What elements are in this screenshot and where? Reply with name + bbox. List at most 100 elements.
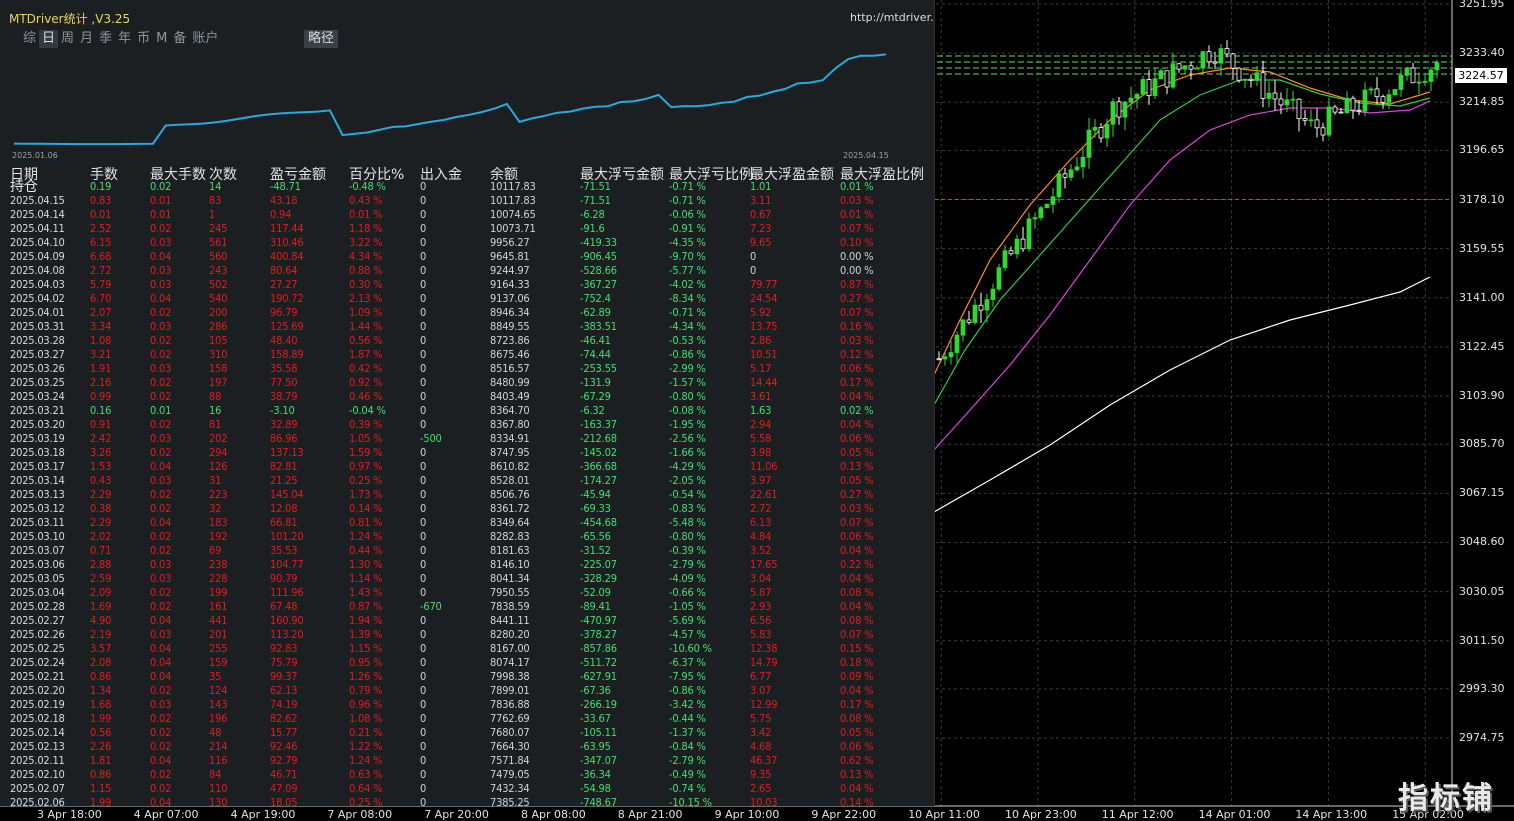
table-cell: -0.74 % xyxy=(669,782,706,795)
table-cell: -1.37 % xyxy=(669,726,706,739)
table-cell: -367.27 xyxy=(580,278,617,291)
table-cell: 7899.01 xyxy=(490,684,530,697)
time-axis-label: 9 Apr 22:00 xyxy=(811,808,877,821)
candle-body xyxy=(1404,67,1410,76)
price-axis-label: 3030.05 xyxy=(1459,584,1505,598)
time-axis-label: 7 Apr 08:00 xyxy=(327,808,393,821)
table-cell: 0.92 % xyxy=(349,376,383,389)
candle-body xyxy=(1350,97,1356,111)
table-cell: 8675.46 xyxy=(490,348,530,361)
table-cell: 92.46 xyxy=(270,740,298,753)
candle-body xyxy=(1080,156,1086,168)
tab-8[interactable]: 备 xyxy=(170,30,189,48)
table-cell: 0.02 xyxy=(150,768,172,781)
table-cell: 202 xyxy=(209,432,228,445)
table-cell: 10073.71 xyxy=(490,222,536,235)
panel-url-link[interactable]: http://mtdriver.cn xyxy=(850,11,934,24)
candle-body xyxy=(1032,217,1038,220)
candle-body xyxy=(1176,63,1182,70)
table-cell: 1.69 xyxy=(90,600,112,613)
tab-3[interactable]: 月 xyxy=(77,30,96,48)
table-cell: 104.77 xyxy=(270,558,304,571)
tab-0[interactable]: 综 xyxy=(20,30,39,48)
price-axis-label: 3011.50 xyxy=(1459,633,1505,647)
candle-body xyxy=(1332,106,1338,113)
route-button[interactable]: 略径 xyxy=(304,30,339,48)
table-cell: 8441.11 xyxy=(490,614,530,627)
table-cell: -89.41 xyxy=(580,600,611,613)
candle-body xyxy=(1320,127,1326,136)
table-cell: -48.71 xyxy=(270,180,301,193)
table-cell: 8041.34 xyxy=(490,572,530,585)
tab-2[interactable]: 周 xyxy=(58,30,77,48)
table-cell: 124 xyxy=(209,684,228,697)
table-cell: -145.02 xyxy=(580,446,617,459)
candle-body xyxy=(1308,119,1314,122)
table-cell: 69 xyxy=(209,544,222,557)
table-cell: 6.13 xyxy=(750,516,772,529)
table-cell: -69.33 xyxy=(580,502,611,515)
tab-4[interactable]: 季 xyxy=(96,30,115,48)
table-cell: 1.26 % xyxy=(349,670,383,683)
table-cell: 75.79 xyxy=(270,656,298,669)
table-row: 2025.02.13 2.26 0.02 214 92.46 1.22 % 0 7664.30… xyxy=(0,740,934,754)
candle-body xyxy=(960,319,966,336)
tab-9[interactable]: 账户 xyxy=(189,30,221,48)
table-cell: 5.92 xyxy=(750,306,772,319)
table-cell: -378.27 xyxy=(580,628,617,641)
table-cell: -71.51 xyxy=(580,180,611,193)
table-cell: 228 xyxy=(209,572,228,585)
table-cell: 8516.57 xyxy=(490,362,530,375)
table-cell: 2025.02.18 xyxy=(10,712,65,725)
table-cell: 7838.59 xyxy=(490,600,530,613)
table-cell: 3.21 xyxy=(90,348,112,361)
table-cell: 1.01 xyxy=(750,180,772,193)
moving-average-line xyxy=(933,276,1431,513)
table-cell: 1.08 xyxy=(90,334,112,347)
table-cell: 0 xyxy=(420,376,427,389)
table-cell: 199 xyxy=(209,586,228,599)
table-row: 2025.04.01 2.07 0.02 200 96.79 1.09 % 0 8946.34… xyxy=(0,306,934,320)
table-cell: 0.10 % xyxy=(840,236,874,249)
tab-7[interactable]: M xyxy=(153,30,170,48)
table-cell: 0.02 xyxy=(150,446,172,459)
table-cell: -1.95 % xyxy=(669,418,706,431)
table-cell: 8528.01 xyxy=(490,474,530,487)
equity-curve xyxy=(13,53,887,146)
table-cell: 0 xyxy=(420,642,427,655)
table-cell: 0.94 xyxy=(270,208,292,221)
table-cell: 27.27 xyxy=(270,278,298,291)
table-cell: 7385.25 xyxy=(490,796,530,806)
table-row: 2025.03.11 2.29 0.04 183 66.81 0.81 % 0 8349.64… xyxy=(0,516,934,530)
table-cell: 113.20 xyxy=(270,628,304,641)
table-cell: 99.37 xyxy=(270,670,298,683)
table-cell: 15.77 xyxy=(270,726,298,739)
candle-body xyxy=(966,319,972,323)
table-cell: 117.44 xyxy=(270,222,304,235)
candle-body xyxy=(1068,169,1074,178)
table-cell: 0.01 % xyxy=(349,208,383,221)
price-axis-label: 3103.90 xyxy=(1459,389,1505,403)
tab-6[interactable]: 币 xyxy=(134,30,153,48)
table-cell: 0 xyxy=(420,194,427,207)
candle-body xyxy=(1428,69,1434,82)
table-cell: 0.02 xyxy=(150,488,172,501)
table-cell: 0 xyxy=(420,698,427,711)
table-cell: -670 xyxy=(420,600,442,613)
table-cell: -1.66 % xyxy=(669,446,706,459)
table-cell: 0.83 xyxy=(90,194,112,207)
price-axis-label: 3141.00 xyxy=(1459,290,1505,304)
table-row: 2025.03.13 2.29 0.02 223 145.04 1.73 % 0 8506.7… xyxy=(0,488,934,502)
tab-5[interactable]: 年 xyxy=(115,30,134,48)
table-row: 2025.02.25 3.57 0.04 255 92.83 1.15 % 0 8167.00… xyxy=(0,642,934,656)
table-cell: 0 xyxy=(420,348,427,361)
table-cell: 1.53 xyxy=(90,460,112,473)
table-cell: 161 xyxy=(209,600,228,613)
table-cell: 0.02 xyxy=(150,726,172,739)
tab-1[interactable]: 日 xyxy=(39,30,59,48)
table-cell: -46.41 xyxy=(580,334,611,347)
table-cell: 0.02 xyxy=(150,782,172,795)
table-cell: -0.91 % xyxy=(669,222,706,235)
table-cell: 8723.86 xyxy=(490,334,530,347)
table-cell: -0.48 % xyxy=(349,180,386,193)
